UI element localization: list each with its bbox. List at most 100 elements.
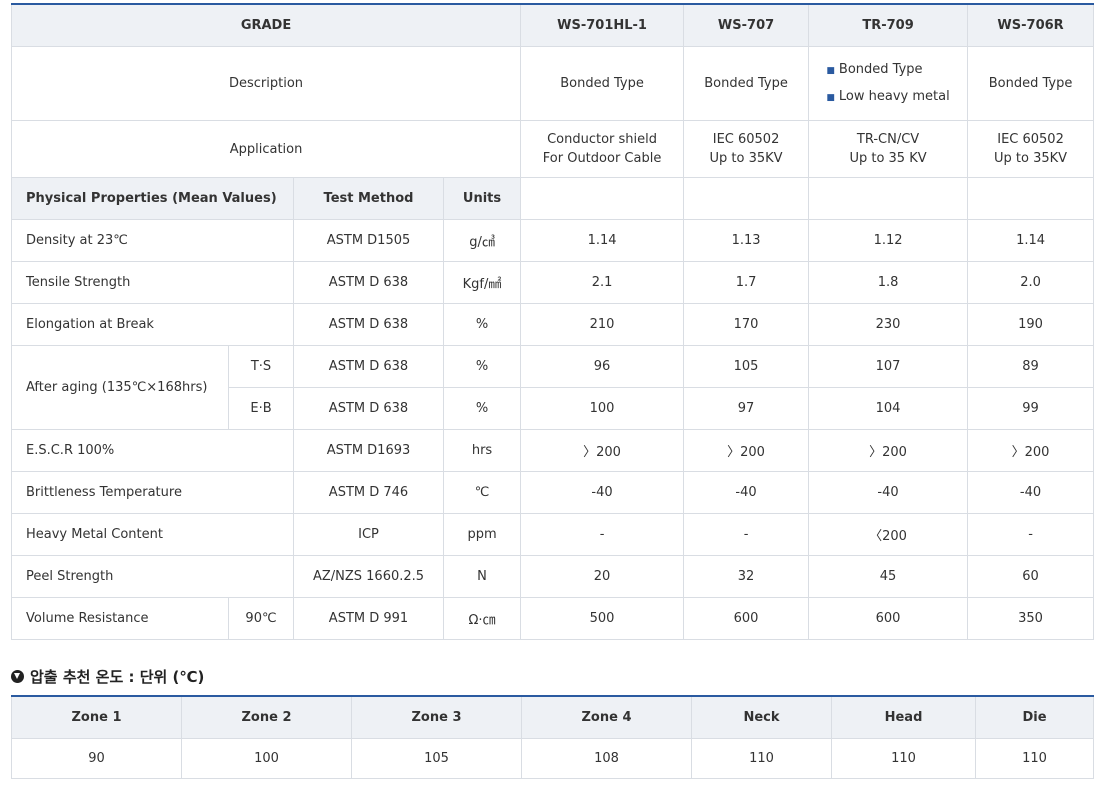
head-header: Head [831,695,976,739]
die-value: 110 [975,738,1094,779]
units: % [442,303,522,346]
test-method: ASTM D1693 [293,429,444,472]
application-line: Conductor shield [547,132,658,147]
table-row: Heavy Metal Content ICP ppm - - 〈200 - [11,513,1095,556]
units: ℃ [442,471,522,514]
test-method: AZ/NZS 1660.2.5 [293,555,444,598]
value-cell: -40 [967,471,1095,514]
application-line: TR-CN/CV [856,132,920,147]
spec-table: GRADE WS-701HL-1 WS-707 TR-709 WS-706R D… [10,3,1095,640]
value-cell: 100 [520,387,685,430]
extrusion-heading: 압출 추천 온도 : 단위 (℃) [11,665,204,687]
value-cell: 350 [967,597,1095,640]
description-cell: ■ Bonded Type ■ Low heavy metal [808,46,969,121]
grade-ws-701hl-1: WS-701HL-1 [520,3,685,47]
test-method: ASTM D 638 [293,303,444,346]
property-name: Heavy Metal Content [11,513,294,556]
application-line: For Outdoor Cable [542,151,662,166]
application-cell: TR-CN/CV Up to 35 KV [808,120,969,178]
test-method: ASTM D1505 [293,219,444,262]
value-cell: - [520,513,685,556]
test-method: ASTM D 638 [293,387,444,430]
value-cell: - [683,513,810,556]
value-cell: 104 [808,387,969,430]
temp-value-row: 90 100 105 108 110 110 110 [11,738,1094,779]
application-label: Application [10,120,522,178]
table-row: Tensile Strength ASTM D 638 Kgf/㎟ 2.1 1.… [11,261,1095,304]
extrusion-heading-text: 압출 추천 온도 : 단위 (℃) [30,667,205,686]
units: Kgf/㎟ [442,261,522,304]
application-cell: IEC 60502 Up to 35KV [683,120,810,178]
application-line: Up to 35KV [709,151,783,166]
description-cell: Bonded Type [967,46,1095,121]
value-cell: 〉200 [808,429,969,472]
application-cell: IEC 60502 Up to 35KV [967,120,1095,178]
description-text: Bonded Type [838,61,923,77]
application-line: IEC 60502 [997,132,1064,147]
zone-2-value: 100 [181,738,352,779]
value-cell: 190 [967,303,1095,346]
properties-header-row: Physical Properties (Mean Values) Test M… [11,177,1095,220]
test-method: ASTM D 638 [293,345,444,388]
empty-cell [967,177,1095,220]
value-cell: 2.0 [967,261,1095,304]
table-row: E.S.C.R 100% ASTM D1693 hrs 〉200 〉200 〉2… [11,429,1095,472]
value-cell: -40 [683,471,810,514]
application-line: Up to 35KV [994,151,1068,166]
units: % [442,387,522,430]
table-row: Volume Resistance 90℃ ASTM D 991 Ω·㎝ 500… [11,597,1095,640]
zone-4-value: 108 [521,738,692,779]
property-name: Tensile Strength [11,261,294,304]
value-cell: 〉200 [967,429,1095,472]
grade-ws-707: WS-707 [683,3,810,47]
value-cell: 〉200 [683,429,810,472]
zone-2-header: Zone 2 [181,695,352,739]
grade-label: GRADE [10,3,522,47]
property-name: Brittleness Temperature [11,471,294,514]
property-name: After aging (135℃×168hrs) [11,345,229,430]
application-row: Application Conductor shield For Outdoor … [10,120,1095,178]
units: % [442,345,522,388]
property-name: Volume Resistance [11,597,229,640]
zone-1-value: 90 [11,738,182,779]
value-cell: 99 [967,387,1095,430]
zone-3-value: 105 [351,738,522,779]
head-value: 110 [831,738,976,779]
property-name: Peel Strength [11,555,294,598]
value-cell: 1.13 [683,219,810,262]
value-cell: 500 [520,597,685,640]
grade-tr-709: TR-709 [808,3,969,47]
test-method: ASTM D 638 [293,261,444,304]
value-cell: 230 [808,303,969,346]
value-cell: 105 [683,345,810,388]
value-cell: 170 [683,303,810,346]
neck-header: Neck [691,695,832,739]
value-cell: -40 [808,471,969,514]
value-cell: 97 [683,387,810,430]
description-row: Description Bonded Type Bonded Type ■ Bon… [10,46,1095,121]
description-item: ■ Low heavy metal [826,89,949,104]
value-cell: 45 [808,555,969,598]
value-cell: 89 [967,345,1095,388]
value-cell: 1.12 [808,219,969,262]
download-circle-icon [11,669,24,683]
units-header: Units [442,177,522,220]
sub-property: E·B [228,387,294,430]
bullet-icon: ■ [826,92,835,103]
value-cell: 32 [683,555,810,598]
value-cell: 1.7 [683,261,810,304]
units: hrs [442,429,522,472]
sub-property: T·S [228,345,294,388]
empty-cell [808,177,969,220]
value-cell: - [967,513,1095,556]
grade-ws-706r: WS-706R [967,3,1095,47]
zone-1-header: Zone 1 [11,695,182,739]
die-header: Die [975,695,1094,739]
empty-cell [520,177,685,220]
application-cell: Conductor shield For Outdoor Cable [520,120,685,178]
description-cell: Bonded Type [683,46,810,121]
description-item: ■ Bonded Type [826,62,922,77]
value-cell: 20 [520,555,685,598]
test-method: ICP [293,513,444,556]
table-row: Brittleness Temperature ASTM D 746 ℃ -40… [11,471,1095,514]
